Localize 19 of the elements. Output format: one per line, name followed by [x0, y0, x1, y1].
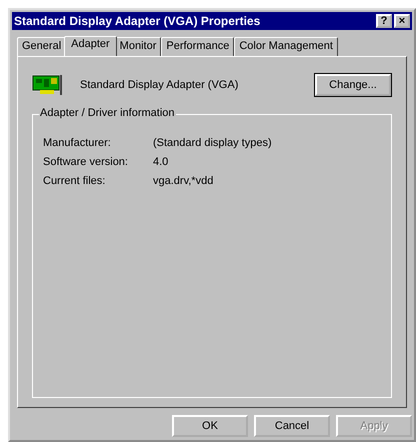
dialog-button[interactable]: OK [172, 415, 248, 437]
help-button[interactable]: ? [376, 14, 392, 28]
tab[interactable]: Monitor [114, 37, 162, 56]
tab[interactable]: Color Management [234, 37, 338, 56]
tab[interactable]: Performance [161, 37, 234, 56]
dialog-button[interactable]: Cancel [254, 415, 330, 437]
field-label: Manufacturer: [43, 136, 112, 148]
tab[interactable]: Adapter [64, 36, 117, 56]
field-value: (Standard display types) [153, 136, 272, 148]
group-title: Adapter / Driver information [39, 107, 176, 119]
window-title: Standard Display Adapter (VGA) Properties [14, 14, 262, 28]
field-value: vga.drv,*vdd [153, 174, 214, 186]
field-value: 4.0 [153, 156, 168, 168]
change-button[interactable]: Change... [315, 74, 391, 96]
close-button[interactable]: × [394, 14, 410, 28]
adapter-name: Standard Display Adapter (VGA) [80, 79, 240, 91]
field-label: Software version: [43, 156, 129, 168]
field-label: Current files: [43, 174, 106, 186]
adapter-card-icon [32, 74, 64, 96]
